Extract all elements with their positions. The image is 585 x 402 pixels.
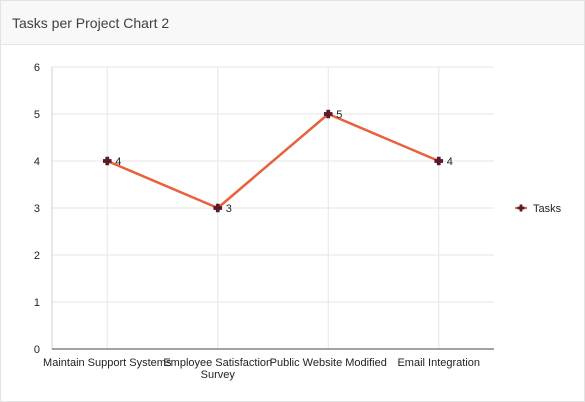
y-tick-label: 1 bbox=[34, 297, 40, 309]
y-tick-label: 4 bbox=[34, 156, 40, 168]
data-point-marker[interactable] bbox=[102, 156, 112, 166]
cross-marker-icon bbox=[517, 204, 525, 212]
grid-lines bbox=[52, 66, 494, 349]
data-label: 4 bbox=[447, 156, 453, 168]
data-label: 3 bbox=[226, 203, 232, 215]
x-tick-label: Public Website Modified bbox=[270, 357, 387, 369]
x-tick-label: Survey bbox=[201, 369, 236, 381]
cross-marker-icon bbox=[434, 156, 444, 166]
data-label: 5 bbox=[336, 109, 342, 121]
line-chart: 0 1 2 3 4 5 6 Maintain Support SystemsEmployee … bbox=[34, 62, 562, 381]
legend-marker-icon bbox=[517, 204, 525, 212]
x-tick-label: Maintain Support Systems bbox=[43, 357, 172, 369]
y-tick-label: 6 bbox=[34, 62, 40, 74]
axes: 0 1 2 3 4 5 6 Maintain Support SystemsEmployee … bbox=[34, 62, 494, 381]
y-tick-label: 3 bbox=[34, 203, 40, 215]
legend-item-label[interactable]: Tasks bbox=[533, 203, 562, 215]
y-tick-label: 5 bbox=[34, 109, 40, 121]
y-tick-label: 2 bbox=[34, 250, 40, 262]
data-label: 4 bbox=[115, 156, 121, 168]
data-point-marker[interactable] bbox=[434, 156, 444, 166]
legend[interactable]: Tasks bbox=[515, 203, 562, 215]
y-tick-label: 0 bbox=[34, 344, 40, 356]
x-tick-label: Employee Satisfaction bbox=[163, 357, 272, 369]
cross-marker-icon bbox=[102, 156, 112, 166]
x-tick-label: Email Integration bbox=[397, 357, 480, 369]
series-layer: 4 3 5 4 bbox=[102, 109, 453, 215]
